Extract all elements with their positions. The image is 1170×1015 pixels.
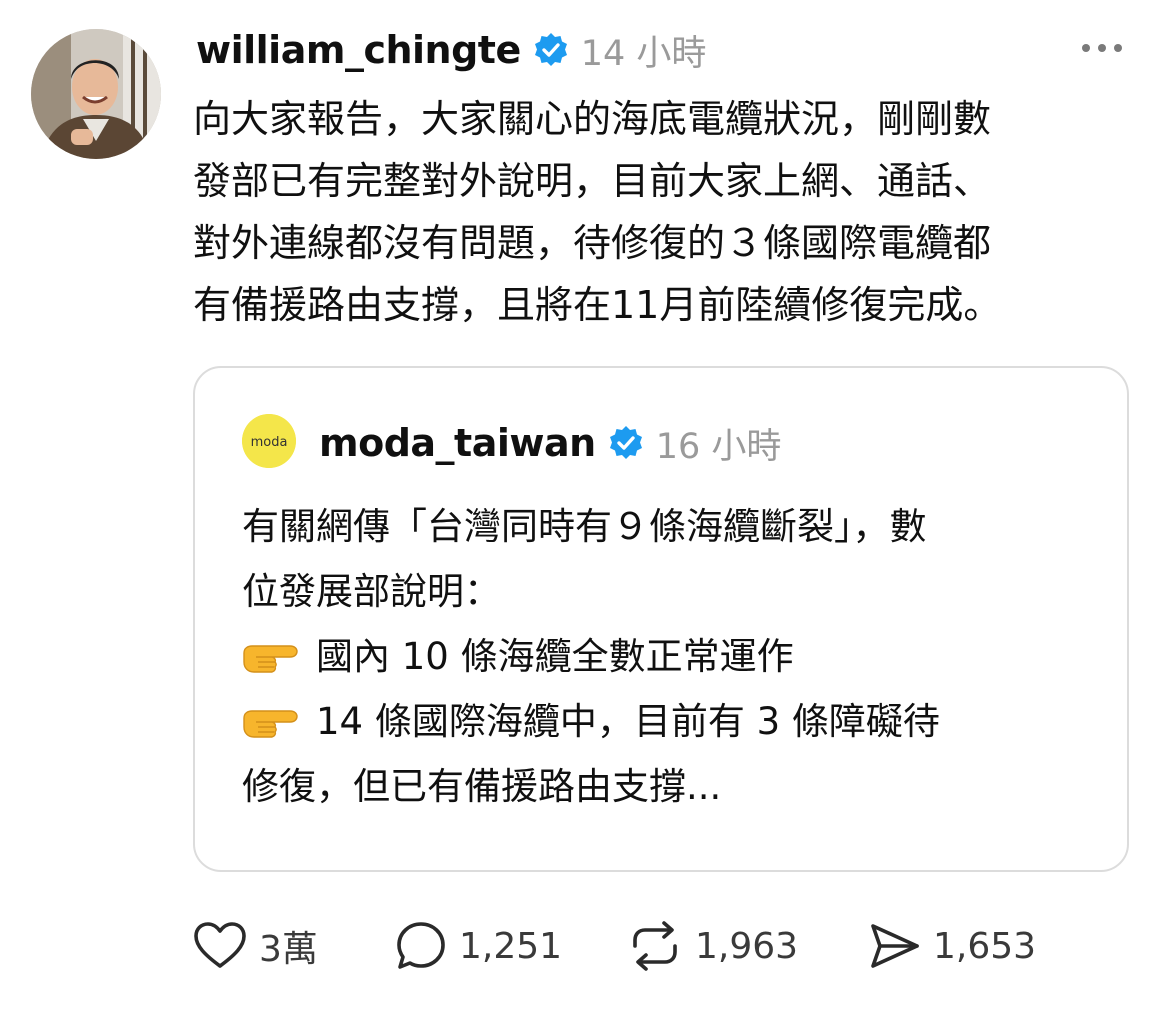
share-count: 1,653	[933, 925, 1037, 967]
repost-count: 1,963	[695, 925, 799, 967]
quoted-post-body: 有關網傳「台灣同時有９條海纜斷裂」，數 位發展部說明： 國內 10 條海纜全數正…	[242, 494, 1102, 819]
post-timestamp: 14 小時	[580, 33, 707, 74]
quoted-post-header: moda_taiwan 16 小時	[319, 418, 781, 468]
post-action-bar: 3萬 1,251 1,963 1,653	[193, 916, 1093, 976]
quoted-text-line: 位發展部說明：	[242, 570, 501, 613]
quoted-text-line: 有關網傳「台灣同時有９條海纜斷裂」，數	[242, 505, 927, 548]
post-text-line: 發部已有完整對外說明，目前大家上網、通話、	[193, 159, 992, 203]
quoted-post-timestamp: 16 小時	[655, 426, 782, 467]
quoted-post-card[interactable]: moda moda_taiwan 16 小時 有關網傳「台灣同時有９條海纜斷裂」…	[193, 366, 1129, 872]
like-button[interactable]: 3萬	[193, 916, 318, 976]
author-username[interactable]: william_chingte	[196, 28, 521, 72]
more-horizontal-icon	[1082, 44, 1122, 52]
quoted-author-username[interactable]: moda_taiwan	[319, 421, 596, 465]
share-button[interactable]: 1,653	[869, 916, 1036, 976]
heart-icon	[194, 922, 246, 968]
author-avatar[interactable]	[31, 29, 161, 159]
repost-icon	[633, 921, 677, 971]
post-text-line: 有備援路由支撐，且將在11月前陸續修復完成。	[193, 283, 1002, 327]
quoted-bullet-text: 14 條國際海纜中，目前有 3 條障礙待	[316, 700, 940, 743]
like-count: 3萬	[259, 929, 318, 970]
quoted-bullet: 14 條國際海纜中，目前有 3 條障礙待	[242, 689, 1102, 754]
quoted-author-avatar[interactable]: moda	[242, 414, 296, 468]
post-text-line: 向大家報告，大家關心的海底電纜狀況，剛剛數	[193, 97, 992, 141]
quoted-bullet: 國內 10 條海纜全數正常運作	[242, 624, 1102, 689]
post-text-line: 對外連線都沒有問題，待修復的３條國際電纜都	[193, 221, 992, 265]
more-options-button[interactable]	[1078, 28, 1126, 68]
reply-count: 1,251	[459, 925, 563, 967]
reply-button[interactable]: 1,251	[395, 916, 562, 976]
verified-badge-icon	[533, 32, 569, 68]
repost-button[interactable]: 1,963	[627, 916, 798, 976]
post-header: william_chingte 14 小時	[196, 24, 706, 76]
quoted-bullet-text: 國內 10 條海纜全數正常運作	[316, 635, 794, 678]
verified-badge-icon	[608, 425, 644, 461]
pointing-hand-icon	[242, 704, 298, 740]
send-icon	[871, 924, 919, 968]
comment-bubble-icon	[397, 922, 445, 969]
quoted-text-continuation: 修復，但已有備援路由支撐...	[242, 765, 722, 808]
post-body: 向大家報告，大家關心的海底電纜狀況，剛剛數 發部已有完整對外說明，目前大家上網、…	[193, 88, 1143, 336]
moda-logo-text: moda	[251, 435, 288, 450]
pointing-hand-icon	[242, 639, 298, 675]
